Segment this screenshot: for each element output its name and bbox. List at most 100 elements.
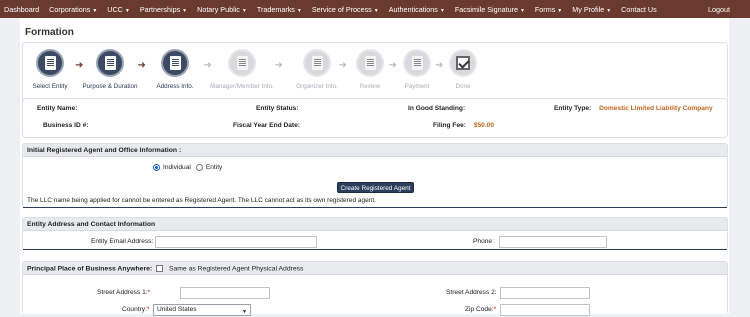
good-standing-field: In Good Standing:: [408, 105, 465, 112]
agent-type-radio-group: Individual Entity: [153, 164, 222, 171]
entity-address-heading: Entity Address and Contact Information: [23, 218, 727, 231]
zip-field[interactable]: [500, 304, 590, 316]
email-field[interactable]: [155, 236, 317, 248]
caret-down-icon: ▼: [92, 7, 98, 14]
individual-radio[interactable]: [153, 164, 160, 171]
chevron-down-icon: ▼: [242, 309, 247, 315]
entity-status-label: Entity Status:: [256, 105, 299, 112]
street1-label-text: Street Address 1:: [97, 289, 148, 296]
logout-link[interactable]: Logout: [708, 5, 730, 14]
caret-down-icon: ▼: [373, 7, 379, 14]
email-label: Entity Email Address:: [91, 238, 154, 245]
step-circle: [96, 49, 124, 77]
nav-item-my-profile[interactable]: My Profile ▼: [572, 5, 611, 14]
filing-fee-field: Filing Fee: $50.00: [433, 122, 494, 129]
principal-place-heading: Principal Place of Business Anywhere:: [27, 265, 153, 273]
nav-item-corporations[interactable]: Corporations ▼: [49, 5, 97, 14]
country-label: Country:*: [122, 306, 150, 313]
nav-item-label: Authentications: [388, 4, 438, 14]
country-required-mark: *: [146, 306, 150, 313]
nav-item-dashboard[interactable]: Dashboard: [4, 5, 39, 14]
business-id-field: Business ID #:: [43, 122, 88, 129]
same-as-agent-label[interactable]: Same as Registered Agent Physical Addres…: [169, 265, 304, 272]
step-circle: [303, 49, 331, 77]
create-registered-agent-button[interactable]: Create Registered Agent: [337, 182, 414, 193]
nav-item-ucc[interactable]: UCC ▼: [107, 5, 130, 14]
checkbox-done-icon: [456, 56, 470, 70]
document-icon: [44, 56, 56, 70]
caret-down-icon: ▼: [124, 7, 130, 14]
step-circle: [228, 49, 256, 77]
entity-summary-panel: Entity Name: Entity Status: In Good Stan…: [22, 98, 728, 138]
street2-field[interactable]: [500, 287, 590, 299]
caret-down-icon: ▼: [606, 7, 612, 14]
nav-item-facsimile-signature[interactable]: Facsimile Signature ▼: [455, 5, 525, 14]
nav-item-label: Partnerships: [139, 4, 181, 14]
nav-item-label: Facsimile Signature: [454, 4, 518, 14]
section-divider: [23, 249, 727, 250]
entity-status-field: Entity Status:: [256, 105, 299, 112]
street1-required-mark: *: [147, 289, 151, 296]
step-circle: [36, 49, 64, 77]
caret-down-icon: ▼: [241, 7, 247, 14]
good-standing-label: In Good Standing:: [408, 105, 466, 112]
country-select[interactable]: United States ▼: [153, 304, 251, 316]
registered-agent-heading: Initial Registered Agent and Office Info…: [23, 144, 727, 157]
nav-item-label: Forms: [534, 4, 556, 14]
filing-fee-value: $50.00: [473, 122, 494, 129]
caret-down-icon: ▼: [439, 7, 445, 14]
country-label-text: Country:: [122, 306, 147, 313]
entity-address-panel: Entity Address and Contact Information E…: [22, 217, 728, 250]
step-label: Done: [455, 83, 471, 90]
nav-item-forms[interactable]: Forms ▼: [535, 5, 562, 14]
caret-down-icon: ▼: [519, 7, 525, 14]
nav-item-label: Service of Process: [311, 4, 372, 14]
phone-field[interactable]: [499, 236, 607, 248]
entity-name-field: Entity Name:: [37, 105, 77, 112]
nav-item-contact-us[interactable]: Contact Us: [621, 5, 657, 14]
nav-item-trademarks[interactable]: Trademarks ▼: [257, 5, 302, 14]
step-circle: [161, 49, 189, 77]
caret-down-icon: ▼: [296, 7, 302, 14]
zip-label-text: Zip Code:: [465, 306, 494, 313]
page-title: Formation: [25, 27, 74, 38]
nav-item-label: Dashboard: [4, 4, 40, 14]
principal-place-heading-row: Principal Place of Business Anywhere: Sa…: [23, 262, 727, 275]
nav-item-authentications[interactable]: Authentications ▼: [389, 5, 445, 14]
registered-agent-note: The LLC name being applied for cannot be…: [27, 197, 376, 204]
caret-down-icon: ▼: [182, 7, 188, 14]
entity-name-label: Entity Name:: [37, 105, 78, 112]
document-icon: [364, 56, 376, 70]
nav-item-label: UCC: [107, 4, 123, 14]
document-icon: [169, 56, 181, 70]
entity-type-field: Entity Type: Domestic Limited Liability …: [554, 105, 713, 112]
country-select-value: United States: [157, 306, 197, 313]
entity-type-value: Domestic Limited Liability Company: [599, 105, 713, 112]
nav-item-service-of-process[interactable]: Service of Process ▼: [312, 5, 379, 14]
document-icon: [236, 56, 248, 70]
fiscal-year-label: Fiscal Year End Date:: [233, 122, 300, 129]
entity-type-label: Entity Type:: [554, 105, 592, 112]
nav-item-notary-public[interactable]: Notary Public ▼: [197, 5, 247, 14]
registered-agent-panel: Initial Registered Agent and Office Info…: [22, 143, 728, 208]
street2-label: Street Address 2:: [446, 289, 497, 296]
filing-fee-label: Filing Fee:: [433, 122, 466, 129]
document-icon: [411, 56, 423, 70]
document-icon: [104, 56, 116, 70]
nav-item-partnerships[interactable]: Partnerships ▼: [140, 5, 187, 14]
section-divider: [23, 207, 727, 208]
individual-radio-label[interactable]: Individual: [163, 164, 191, 171]
step-manager-member-info: Manager/Member Info.: [202, 49, 282, 90]
business-id-label: Business ID #:: [43, 122, 89, 129]
step-label: Manager/Member Info.: [210, 83, 274, 90]
nav-item-label: Contact Us: [621, 4, 657, 14]
zip-label: Zip Code:*: [465, 306, 496, 313]
entity-radio-label[interactable]: Entity: [206, 164, 223, 171]
street1-label: Street Address 1:*: [97, 289, 150, 296]
caret-down-icon: ▼: [557, 7, 563, 14]
same-as-agent-checkbox[interactable]: [156, 265, 164, 272]
phone-label: Phone:: [473, 238, 494, 245]
entity-radio[interactable]: [195, 164, 203, 171]
street1-field[interactable]: [180, 287, 270, 299]
nav-item-label: My Profile: [572, 4, 605, 14]
